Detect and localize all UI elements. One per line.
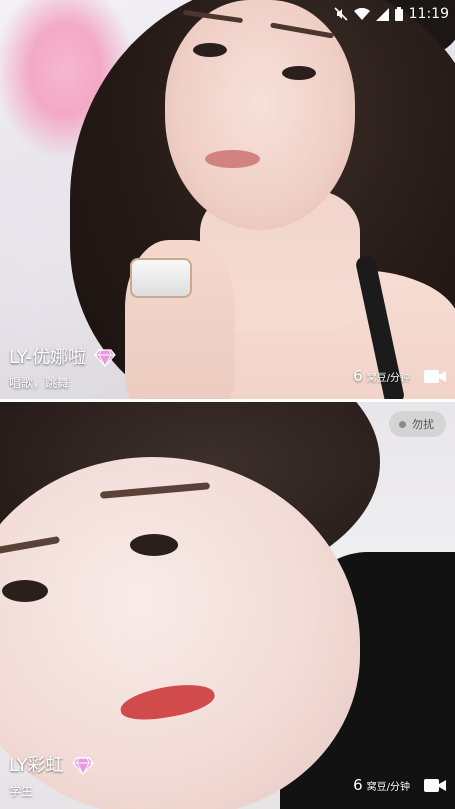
diamond-icon [71, 757, 94, 775]
price-unit: 窝豆/分钟 [366, 781, 410, 793]
signal-icon [375, 7, 389, 21]
mute-icon [334, 7, 348, 21]
diamond-icon [94, 349, 116, 367]
host-tags: 学生 [9, 784, 34, 798]
do-not-disturb-label: 勿扰 [412, 418, 434, 431]
status-time: 11:19 [408, 6, 449, 22]
price-value: 6 [353, 776, 363, 794]
host-tags: 唱歌，跳舞 [9, 376, 70, 390]
host-name: LY-优娜啦 [9, 347, 86, 368]
wifi-icon [353, 7, 370, 21]
host-info: LY-优娜啦 唱歌，跳舞 [9, 346, 116, 391]
status-bar: 11:19 [334, 0, 455, 28]
screen: 11:19 LY-优娜啦 唱歌，跳舞 6 窝豆/分钟 LY彩虹 学生 6 窝豆/… [0, 0, 455, 809]
call-price: 6 窝豆/分钟 [353, 367, 446, 385]
price-unit: 窝豆/分钟 [366, 372, 410, 384]
host-name: LY彩虹 [9, 755, 64, 776]
battery-icon [394, 7, 403, 21]
do-not-disturb-badge: 勿扰 [389, 411, 446, 437]
host-info: LY彩虹 学生 [9, 754, 94, 799]
host-card[interactable]: LY-优娜啦 唱歌，跳舞 6 窝豆/分钟 [0, 0, 455, 399]
host-photo [0, 0, 455, 399]
video-call-icon[interactable] [424, 369, 446, 384]
call-price: 6 窝豆/分钟 [353, 776, 446, 794]
price-value: 6 [353, 367, 363, 385]
status-dot-icon [399, 420, 406, 428]
host-card[interactable]: LY彩虹 学生 6 窝豆/分钟 [0, 402, 455, 809]
video-call-icon[interactable] [424, 778, 446, 793]
host-photo [0, 402, 455, 809]
